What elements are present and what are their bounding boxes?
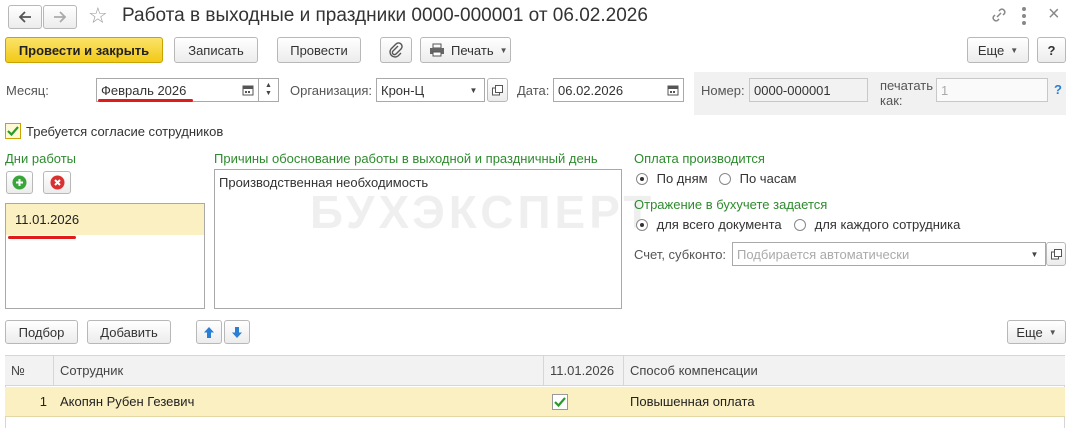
date-calendar-button[interactable] (662, 78, 684, 102)
more-button[interactable]: Еще ▼ (967, 37, 1029, 63)
favorite-star-icon[interactable]: ☆ (88, 4, 108, 28)
highlight-underline (98, 99, 193, 102)
page-title: Работа в выходные и праздники 0000-00000… (122, 5, 648, 26)
work-days-title: Дни работы (5, 151, 77, 166)
open-window-icon (492, 84, 503, 95)
select-button[interactable]: Подбор (5, 320, 78, 344)
spin-down-icon[interactable]: ▼ (265, 90, 272, 98)
payment-title: Оплата производится (634, 151, 765, 166)
table-more-button-label: Еще (1016, 324, 1043, 340)
list-item[interactable]: 11.01.2026 (6, 204, 204, 235)
post-button[interactable]: Провести (277, 37, 361, 63)
consent-label: Требуется согласие сотрудников (26, 124, 224, 139)
delete-day-button[interactable] (43, 171, 71, 194)
organization-field[interactable]: Крон-Ц (376, 78, 464, 102)
open-window-icon (1050, 248, 1062, 259)
radio-icon[interactable] (794, 219, 806, 231)
radio-icon[interactable] (636, 173, 648, 185)
link-icon[interactable] (990, 6, 1008, 27)
spin-up-icon[interactable]: ▲ (265, 82, 272, 90)
account-dropdown-button[interactable]: ▼ (1024, 242, 1046, 266)
accounting-title: Отражение в бухучете задается (634, 197, 828, 212)
radio-icon[interactable] (636, 219, 648, 231)
add-day-button[interactable] (6, 171, 33, 194)
account-placeholder: Подбирается автоматически (737, 246, 910, 262)
table-row[interactable]: 1 Акопян Рубен Гезевич Повышенная оплата (5, 387, 1065, 417)
close-icon[interactable]: × (1048, 4, 1060, 24)
payment-option-days-label: По дням (656, 171, 708, 186)
help-button[interactable]: ? (1037, 37, 1066, 63)
table-more-button[interactable]: Еще ▼ (1007, 320, 1066, 344)
checkmark-icon (7, 126, 19, 137)
highlight-underline (8, 236, 76, 239)
post-and-close-button[interactable]: Провести и закрыть (5, 37, 163, 63)
attach-button[interactable] (380, 37, 412, 63)
move-up-button[interactable] (196, 320, 222, 344)
accounting-option-document[interactable]: для всего документа (636, 217, 782, 232)
save-button[interactable]: Записать (174, 37, 258, 63)
checkmark-icon (552, 393, 568, 410)
number-field: 0000-000001 (749, 78, 868, 102)
add-button[interactable]: Добавить (87, 320, 171, 344)
print-as-help-icon[interactable]: ? (1054, 82, 1062, 97)
accounting-option-employee[interactable]: для каждого сотрудника (794, 217, 960, 232)
row-compensation: Повышенная оплата (630, 394, 755, 409)
organization-open-button[interactable] (487, 78, 508, 102)
payment-option-days[interactable]: По дням (636, 171, 708, 186)
row-employee: Акопян Рубен Гезевич (60, 394, 195, 409)
radio-icon[interactable] (719, 173, 731, 185)
column-header-date[interactable]: 11.01.2026 (544, 356, 624, 385)
print-as-label: печатать как: (880, 78, 934, 108)
column-header-number[interactable]: № (5, 356, 54, 385)
chevron-down-icon: ▼ (499, 45, 508, 55)
chevron-down-icon: ▼ (1048, 327, 1057, 337)
account-label: Счет, субконто: (634, 247, 727, 262)
chevron-down-icon: ▼ (1030, 249, 1039, 259)
table-header: № Сотрудник 11.01.2026 Способ компенсаци… (5, 355, 1065, 386)
account-open-button[interactable] (1046, 242, 1066, 266)
consent-checkbox[interactable] (5, 123, 21, 139)
row-number: 1 (39, 394, 47, 409)
more-button-label: Еще (977, 42, 1005, 58)
print-button[interactable]: Печать ▼ (420, 37, 511, 63)
calendar-icon (242, 85, 253, 96)
calendar-icon (667, 85, 678, 96)
accounting-option-employee-label: для каждого сотрудника (814, 217, 961, 232)
chevron-down-icon: ▼ (1010, 45, 1019, 55)
payment-option-hours-label: По часам (739, 171, 797, 186)
account-field[interactable]: Подбирается автоматически (732, 242, 1025, 266)
number-label: Номер: (701, 83, 745, 98)
delete-circle-icon (50, 175, 64, 190)
accounting-option-document-label: для всего документа (656, 217, 782, 232)
paperclip-icon (389, 42, 403, 58)
date-label: Дата: (517, 83, 550, 98)
watermark-logo: БУХЭКСПЕРТ (310, 186, 656, 238)
print-as-field[interactable]: 1 (936, 78, 1048, 102)
column-header-employee[interactable]: Сотрудник (54, 356, 544, 385)
date-field[interactable]: 06.02.2026 (553, 78, 663, 102)
row-date-checkbox[interactable] (552, 387, 572, 416)
print-button-label: Печать (451, 42, 494, 58)
payment-option-hours[interactable]: По часам (719, 171, 796, 186)
work-days-list[interactable]: 11.01.2026 (5, 203, 205, 309)
plus-circle-icon (12, 175, 27, 190)
column-header-compensation[interactable]: Способ компенсации (624, 356, 1065, 385)
month-label: Месяц: (6, 83, 49, 98)
month-spinner[interactable]: ▲ ▼ (259, 78, 279, 102)
organization-label: Организация: (290, 83, 373, 98)
work-day-value: 11.01.2026 (15, 212, 80, 227)
chevron-down-icon: ▼ (469, 85, 478, 95)
arrow-up-icon (204, 326, 214, 338)
calendar-button[interactable] (237, 78, 259, 102)
printer-icon (430, 43, 444, 57)
arrow-right-icon (54, 11, 67, 23)
menu-dots-icon[interactable] (1022, 6, 1028, 25)
arrow-left-icon (18, 11, 31, 23)
organization-dropdown-button[interactable]: ▼ (463, 78, 485, 102)
move-down-button[interactable] (224, 320, 250, 344)
forward-button[interactable] (43, 5, 77, 29)
back-button[interactable] (8, 5, 42, 29)
reasons-title: Причины обоснование работы в выходной и … (214, 151, 598, 166)
arrow-down-icon (232, 326, 242, 338)
